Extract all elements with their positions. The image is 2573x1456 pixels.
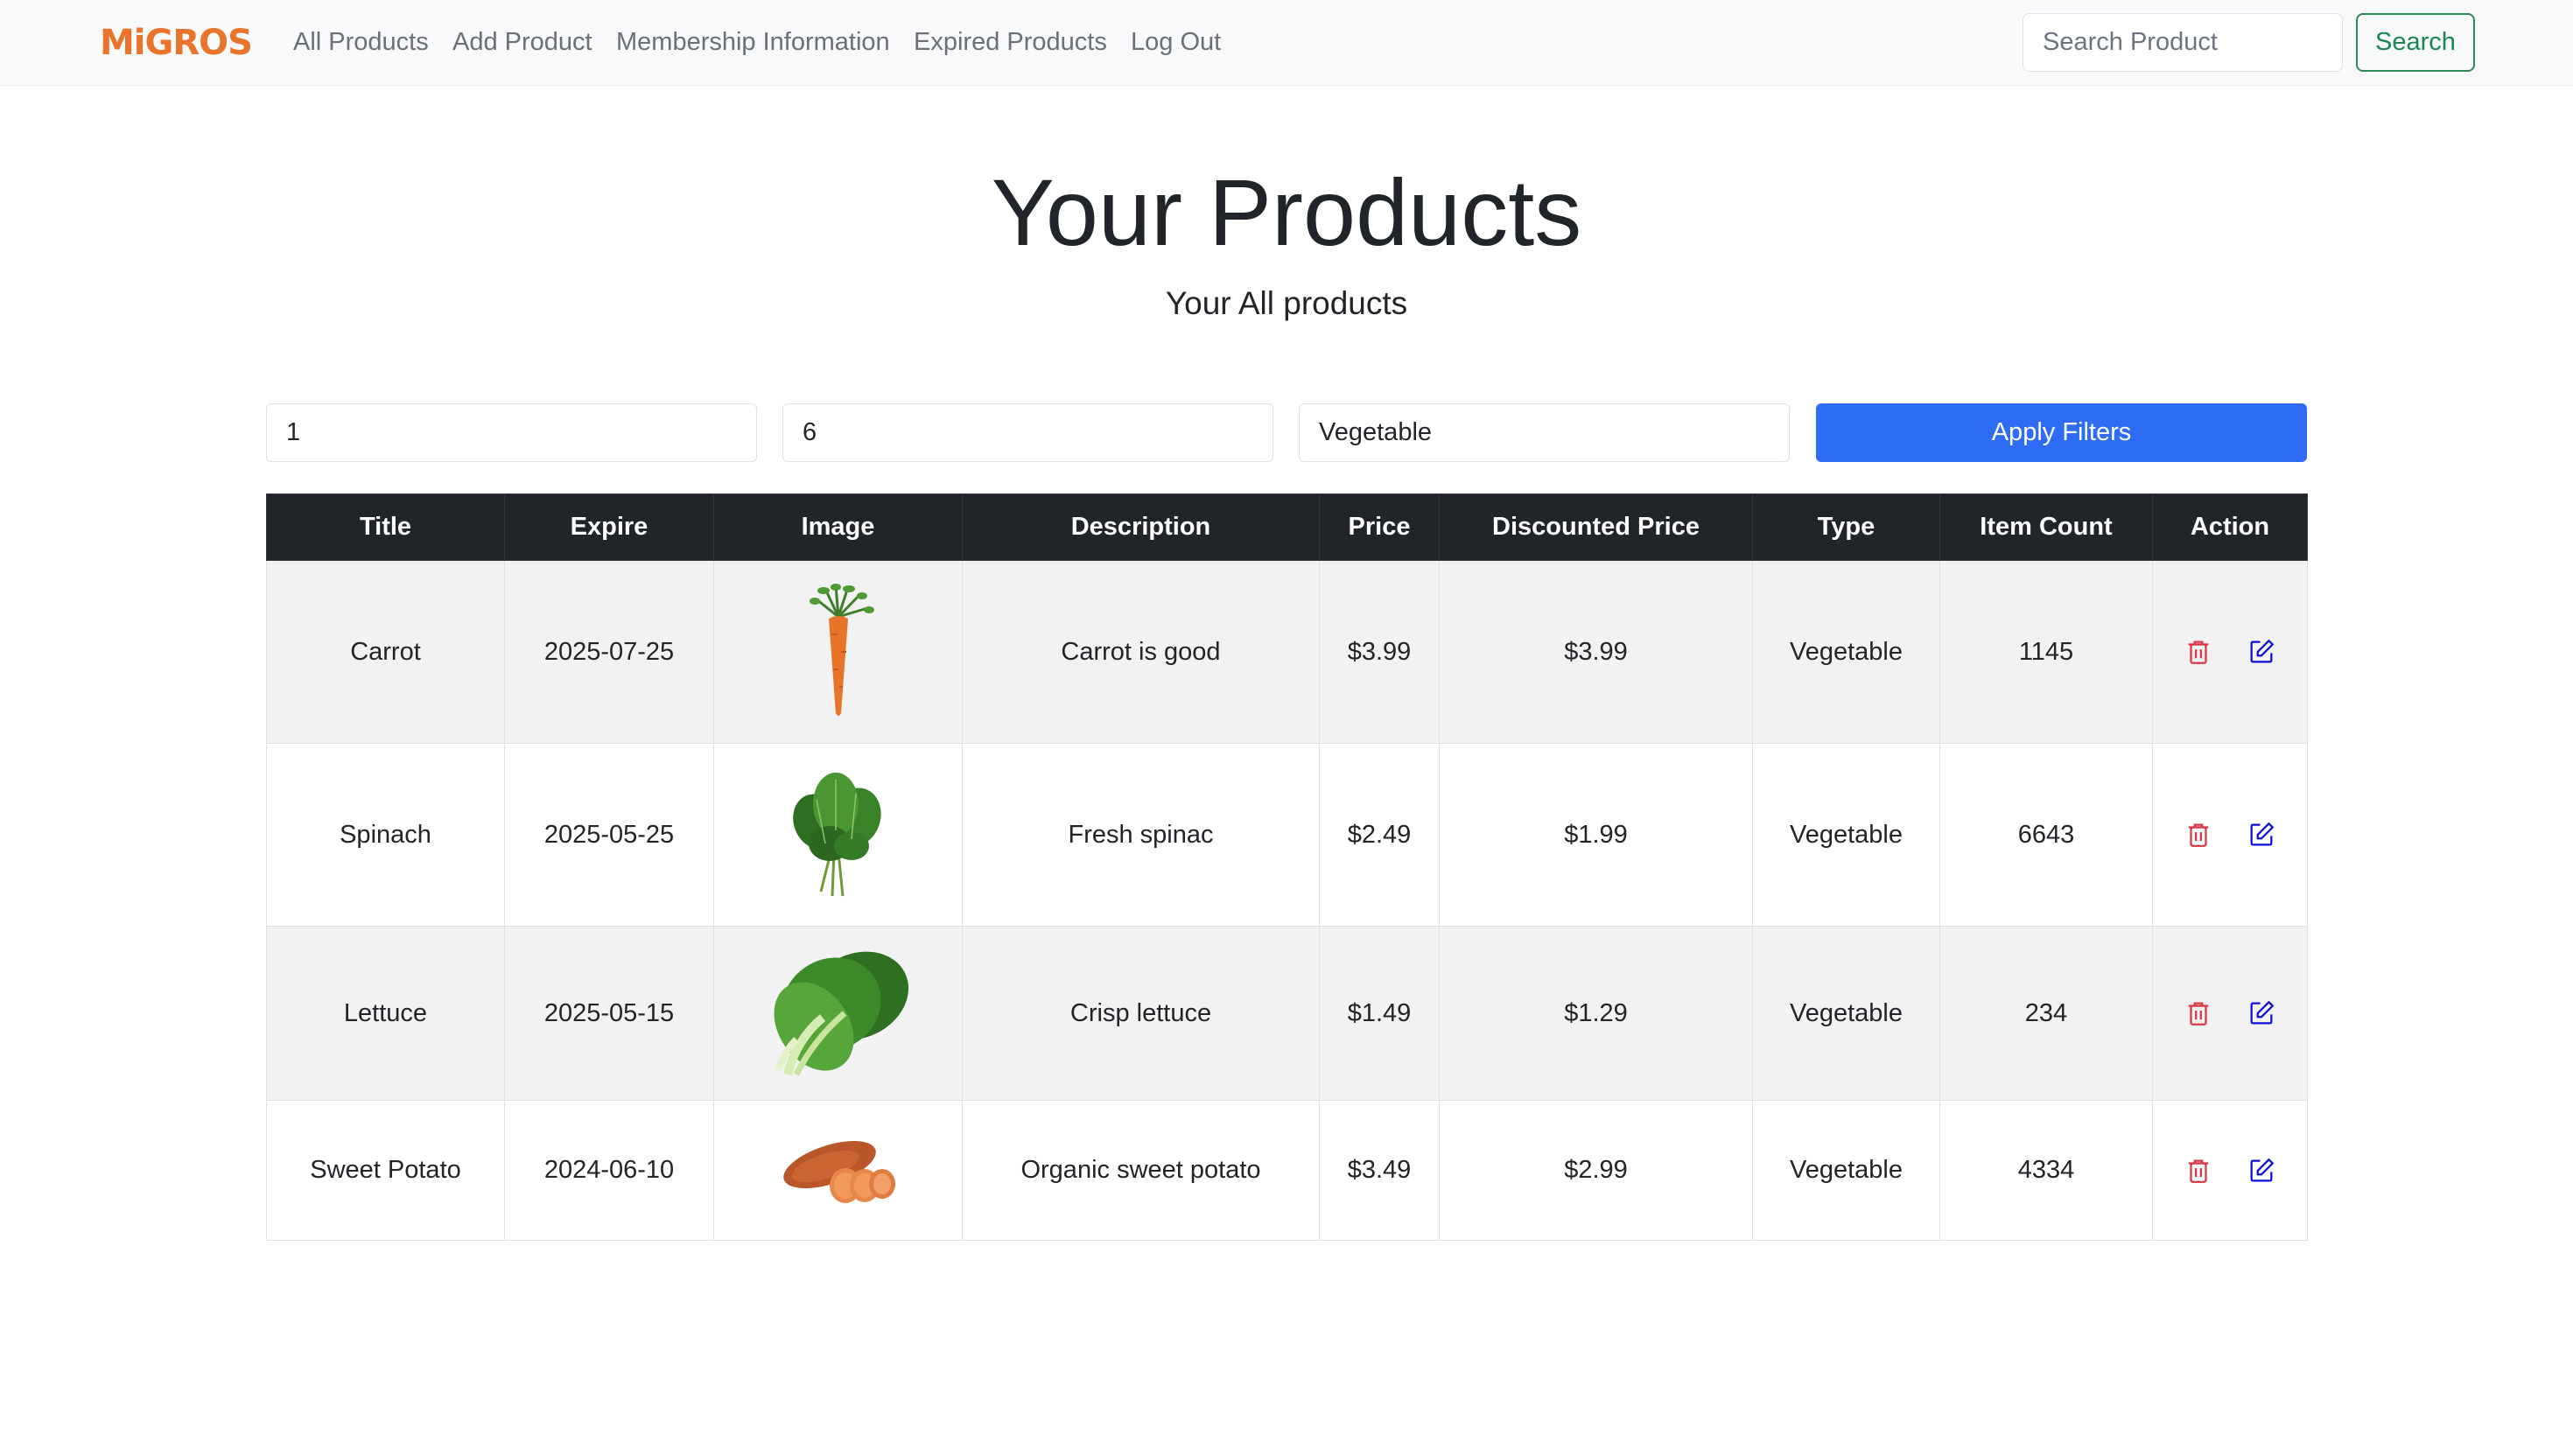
cell-image [713, 926, 963, 1101]
cell-description: Organic sweet potato [962, 1100, 1320, 1241]
header-discounted-price: Discounted Price [1439, 494, 1753, 561]
header-image: Image [713, 494, 963, 561]
navbar: MiGROS All Products Add Product Membersh… [0, 0, 2573, 86]
cell-price: $3.99 [1319, 560, 1440, 744]
cell-discounted-price: $1.29 [1439, 926, 1753, 1101]
nav-all-products[interactable]: All Products [293, 24, 429, 60]
edit-icon[interactable] [2247, 820, 2276, 850]
sweet-potato-image [782, 1140, 895, 1203]
nav-expired-products[interactable]: Expired Products [914, 24, 1107, 60]
cell-expire: 2025-07-25 [504, 560, 714, 744]
cell-image [713, 1100, 963, 1241]
search-button[interactable]: Search [2356, 13, 2475, 72]
cell-title: Lettuce [266, 926, 505, 1101]
trash-icon[interactable] [2184, 998, 2213, 1028]
cell-price: $3.49 [1319, 1100, 1440, 1241]
page-title: Your Products [991, 159, 1582, 265]
lettuce-image [774, 951, 909, 1076]
header-expire: Expire [504, 494, 714, 561]
trash-icon[interactable] [2184, 1156, 2213, 1186]
cell-expire: 2024-06-10 [504, 1100, 714, 1241]
table-row: Sweet Potato 2024-06-10 Organic sweet po… [266, 1100, 2308, 1241]
cell-price: $2.49 [1319, 743, 1440, 927]
table-header-row: Title Expire Image Description Price Dis… [266, 494, 2308, 561]
cell-type: Vegetable [1752, 743, 1940, 927]
cell-type: Vegetable [1752, 560, 1940, 744]
cell-title: Spinach [266, 743, 505, 927]
table-row: Spinach 2025-05-25 Fresh spinac $2.49 $1… [266, 743, 2308, 927]
cell-description: Fresh spinac [962, 743, 1320, 927]
cell-action [2152, 1100, 2308, 1241]
cell-item-count: 4334 [1939, 1100, 2153, 1241]
table-row: Lettuce 2025-05-15 Crisp lettuce $1.49 $… [266, 926, 2308, 1101]
trash-icon[interactable] [2184, 820, 2213, 850]
cell-action [2152, 743, 2308, 927]
carrot-image [809, 584, 874, 716]
nav-membership-information[interactable]: Membership Information [616, 24, 890, 60]
cell-description: Carrot is good [962, 560, 1320, 744]
cell-item-count: 6643 [1939, 743, 2153, 927]
edit-icon[interactable] [2247, 637, 2276, 667]
cell-action [2152, 560, 2308, 744]
cell-type: Vegetable [1752, 926, 1940, 1101]
cell-item-count: 234 [1939, 926, 2153, 1101]
cell-title: Carrot [266, 560, 505, 744]
header-item-count: Item Count [1939, 494, 2153, 561]
cell-description: Crisp lettuce [962, 926, 1320, 1101]
cell-expire: 2025-05-15 [504, 926, 714, 1101]
min-filter-input[interactable] [266, 403, 757, 462]
nav-log-out[interactable]: Log Out [1131, 24, 1221, 60]
cell-item-count: 1145 [1939, 560, 2153, 744]
cell-discounted-price: $3.99 [1439, 560, 1753, 744]
trash-icon[interactable] [2184, 637, 2213, 667]
table-row: Carrot 2025-07-25 Carrot is good $3.99 $… [266, 560, 2308, 744]
page-subtitle: Your All products [1165, 285, 1408, 321]
spinach-image [792, 773, 881, 897]
cell-expire: 2025-05-25 [504, 743, 714, 927]
nav-add-product[interactable]: Add Product [452, 24, 592, 60]
header-description: Description [962, 494, 1320, 561]
cell-title: Sweet Potato [266, 1100, 505, 1241]
products-table: Title Expire Image Description Price Dis… [266, 494, 2308, 1241]
brand-logo[interactable]: MiGROS [100, 23, 253, 63]
cell-discounted-price: $2.99 [1439, 1100, 1753, 1241]
header-action: Action [2152, 494, 2308, 561]
max-filter-input[interactable] [782, 403, 1273, 462]
cell-action [2152, 926, 2308, 1101]
apply-filters-button[interactable]: Apply Filters [1816, 403, 2307, 462]
search-input[interactable] [2023, 13, 2343, 72]
header-price: Price [1319, 494, 1440, 561]
cell-type: Vegetable [1752, 1100, 1940, 1241]
header-type: Type [1752, 494, 1940, 561]
cell-price: $1.49 [1319, 926, 1440, 1101]
cell-image [713, 560, 963, 744]
header-title: Title [266, 494, 505, 561]
cell-discounted-price: $1.99 [1439, 743, 1753, 927]
cell-image [713, 743, 963, 927]
edit-icon[interactable] [2247, 1156, 2276, 1186]
edit-icon[interactable] [2247, 998, 2276, 1028]
type-filter-input[interactable] [1299, 403, 1790, 462]
